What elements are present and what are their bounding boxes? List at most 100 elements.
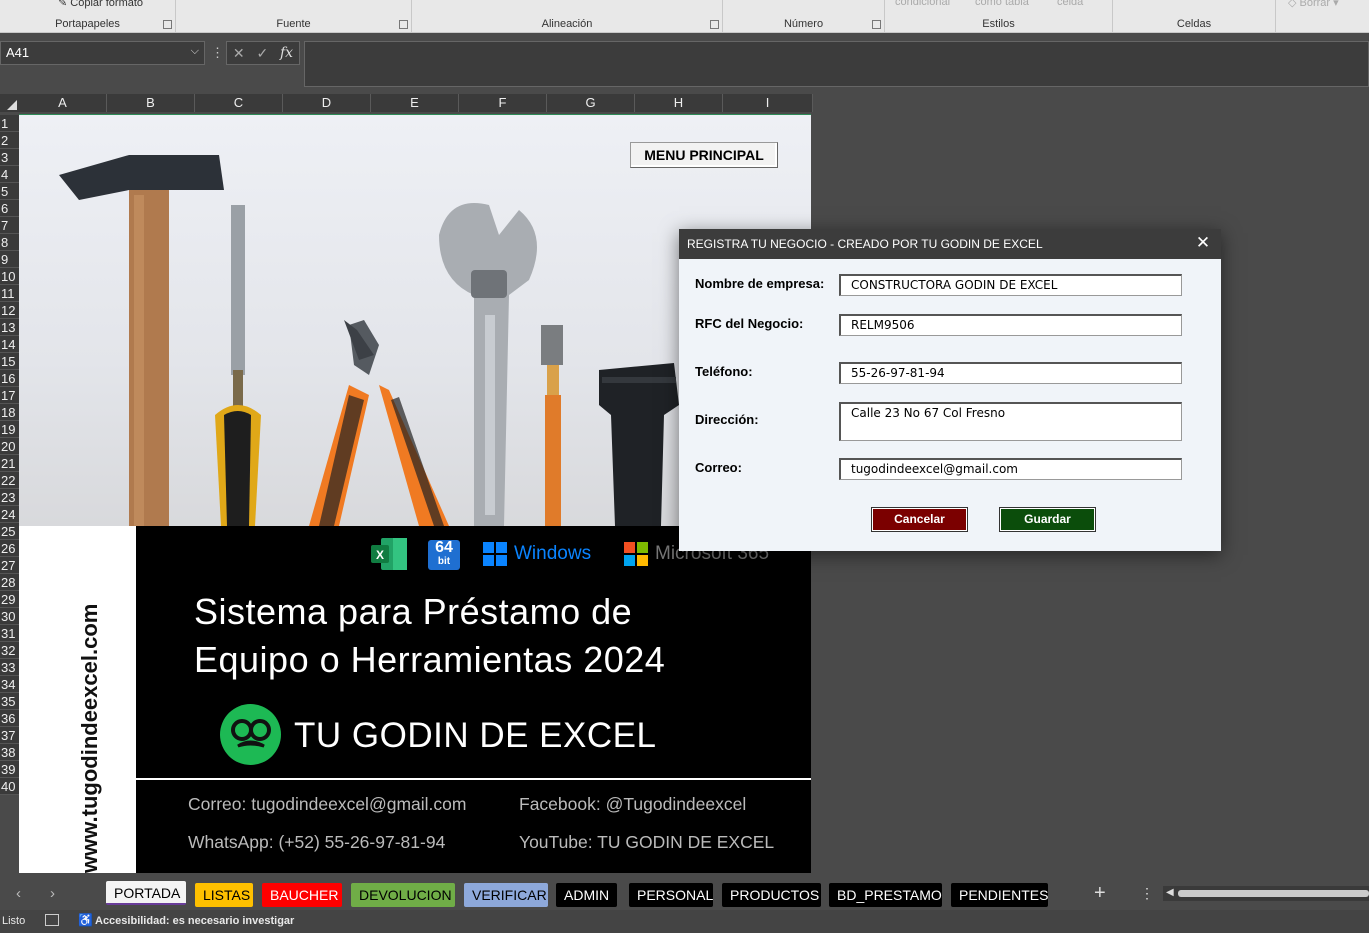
windows-label: Windows (514, 543, 592, 564)
tab-pendientes[interactable]: PENDIENTES (951, 883, 1048, 907)
dialog-launcher-icon[interactable] (163, 20, 172, 29)
format-as-table-button[interactable]: como tabla (975, 0, 1029, 8)
row-header[interactable]: 13 (0, 319, 19, 336)
clear-button[interactable]: ◇ Borrar ▾ (1288, 0, 1339, 9)
row-header[interactable]: 32 (0, 642, 19, 659)
row-header[interactable]: 21 (0, 455, 19, 472)
address-field[interactable]: Calle 23 No 67 Col Fresno (839, 402, 1182, 441)
row-header[interactable]: 40 (0, 778, 19, 795)
column-header[interactable]: C (195, 94, 283, 112)
row-header[interactable]: 11 (0, 285, 19, 302)
insert-function-icon[interactable]: fx (280, 45, 293, 61)
row-header[interactable]: 8 (0, 234, 19, 251)
row-header[interactable]: 25 (0, 523, 19, 540)
tab-portada[interactable]: PORTADA (106, 881, 186, 905)
row-header[interactable]: 10 (0, 268, 19, 285)
row-header[interactable]: 17 (0, 387, 19, 404)
row-header[interactable]: 28 (0, 574, 19, 591)
windows-icon (483, 542, 507, 566)
row-header[interactable]: 37 (0, 727, 19, 744)
row-header[interactable]: 22 (0, 472, 19, 489)
row-header[interactable]: 26 (0, 540, 19, 557)
row-header[interactable]: 9 (0, 251, 19, 268)
dialog-launcher-icon[interactable] (872, 20, 881, 29)
row-header[interactable]: 19 (0, 421, 19, 438)
row-header[interactable]: 33 (0, 659, 19, 676)
scrollbar-thumb[interactable] (1178, 890, 1369, 897)
chevron-right-icon[interactable]: › (50, 885, 55, 902)
accessibility-status[interactable]: Accesibilidad: es necesario investigar (95, 915, 294, 927)
column-header[interactable]: I (723, 94, 813, 112)
macro-record-icon[interactable] (45, 914, 59, 926)
column-header[interactable]: E (371, 94, 459, 112)
scroll-left-icon[interactable]: ◀ (1166, 887, 1174, 898)
column-header[interactable]: G (547, 94, 635, 112)
column-header[interactable]: D (283, 94, 371, 112)
row-header[interactable]: 18 (0, 404, 19, 421)
accessibility-icon[interactable]: ♿ (78, 913, 93, 927)
tab-personal[interactable]: PERSONAL (629, 883, 713, 907)
row-header[interactable]: 34 (0, 676, 19, 693)
row-header[interactable]: 1 (0, 115, 19, 132)
formula-input[interactable] (304, 41, 1369, 87)
add-sheet-icon[interactable]: + (1094, 882, 1106, 905)
dialog-launcher-icon[interactable] (399, 20, 408, 29)
row-header[interactable]: 31 (0, 625, 19, 642)
cancel-button[interactable]: Cancelar (871, 507, 968, 532)
dialog-launcher-icon[interactable] (710, 20, 719, 29)
name-box[interactable]: A41 ⌵ (0, 41, 205, 65)
row-header[interactable]: 7 (0, 217, 19, 234)
horizontal-scrollbar[interactable]: ◀ (1163, 886, 1369, 901)
row-header[interactable]: 15 (0, 353, 19, 370)
tab-baucher[interactable]: BAUCHER (262, 883, 342, 907)
row-header[interactable]: 20 (0, 438, 19, 455)
close-icon[interactable]: ✕ (1193, 229, 1213, 259)
row-header[interactable]: 14 (0, 336, 19, 353)
email-field[interactable]: tugodindeexcel@gmail.com (839, 458, 1182, 480)
group-label: Fuente (276, 18, 311, 30)
confirm-entry-icon[interactable]: ✓ (256, 45, 268, 62)
phone-field[interactable]: 55-26-97-81-94 (839, 362, 1182, 384)
cell-styles-button[interactable]: celda (1057, 0, 1083, 8)
row-header[interactable]: 2 (0, 132, 19, 149)
company-name-label: Nombre de empresa: (695, 276, 825, 291)
tab-verificar[interactable]: VERIFICAR (464, 883, 548, 907)
row-header[interactable]: 12 (0, 302, 19, 319)
chevron-left-icon[interactable]: ‹ (16, 885, 21, 902)
cancel-entry-icon[interactable]: ✕ (233, 45, 245, 62)
tab-admin[interactable]: ADMIN (556, 883, 617, 907)
column-header[interactable]: B (107, 94, 195, 112)
column-header[interactable]: F (459, 94, 547, 112)
tab-devolucion[interactable]: DEVOLUCION (351, 883, 455, 907)
more-options-icon[interactable]: ⋮ (211, 45, 224, 61)
row-header[interactable]: 24 (0, 506, 19, 523)
column-header[interactable]: H (635, 94, 723, 112)
column-header[interactable]: A (19, 94, 107, 112)
row-header[interactable]: 5 (0, 183, 19, 200)
rfc-field[interactable]: RELM9506 (839, 314, 1182, 336)
select-all-corner[interactable] (0, 94, 19, 112)
row-header[interactable]: 38 (0, 744, 19, 761)
row-header[interactable]: 39 (0, 761, 19, 778)
row-header[interactable]: 16 (0, 370, 19, 387)
row-header[interactable]: 23 (0, 489, 19, 506)
tab-productos[interactable]: PRODUCTOS (722, 883, 821, 907)
dialog-titlebar[interactable]: REGISTRA TU NEGOCIO - CREADO POR TU GODI… (679, 229, 1221, 259)
row-header[interactable]: 6 (0, 200, 19, 217)
row-header[interactable]: 36 (0, 710, 19, 727)
company-name-field[interactable]: CONSTRUCTORA GODIN DE EXCEL (839, 274, 1182, 296)
conditional-format-button[interactable]: condicional (895, 0, 950, 8)
tab-listas[interactable]: LISTAS (195, 883, 253, 907)
row-header[interactable]: 35 (0, 693, 19, 710)
tab-bd-prestamo[interactable]: BD_PRESTAMO (829, 883, 942, 907)
row-header[interactable]: 29 (0, 591, 19, 608)
more-options-icon[interactable]: ⋮ (1140, 885, 1154, 902)
64bit-badge: 64 bit (428, 540, 460, 570)
row-header[interactable]: 27 (0, 557, 19, 574)
chevron-down-icon[interactable]: ⌵ (191, 45, 199, 58)
row-header[interactable]: 30 (0, 608, 19, 625)
menu-principal-button[interactable]: MENU PRINCIPAL (630, 142, 778, 168)
row-header[interactable]: 3 (0, 149, 19, 166)
save-button[interactable]: Guardar (999, 507, 1096, 532)
row-header[interactable]: 4 (0, 166, 19, 183)
